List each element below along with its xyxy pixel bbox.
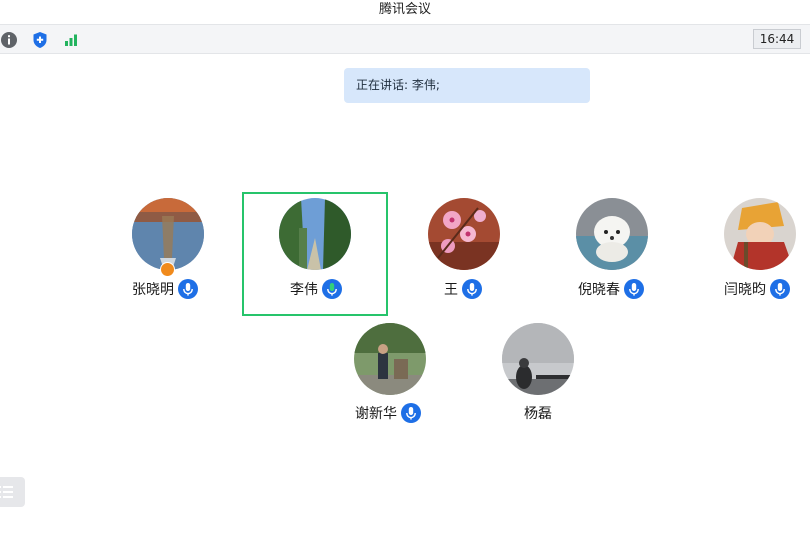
list-icon (0, 486, 13, 498)
meeting-toolbar: 16:44 (0, 24, 810, 54)
shield-icon[interactable] (30, 30, 50, 50)
participant-name: 张晓明 (132, 282, 174, 298)
avatar (279, 198, 351, 270)
avatar (502, 323, 574, 395)
participant-name-row: 王 (444, 278, 482, 300)
mic-icon[interactable] (770, 279, 790, 299)
participant-name-row: 李伟 (290, 278, 342, 300)
avatar (354, 323, 426, 395)
avatar (576, 198, 648, 270)
mic-icon[interactable] (624, 279, 644, 299)
participant-name: 谢新华 (355, 406, 397, 422)
participant-name: 杨磊 (524, 406, 552, 422)
participant-name-row: 谢新华 (355, 402, 421, 424)
participant-tile[interactable]: 张晓明 (95, 192, 241, 316)
participant-tile-active[interactable]: 李伟 (242, 192, 388, 316)
participant-tile[interactable]: 谢新华 (316, 318, 462, 442)
window-title: 腾讯会议 (0, 0, 810, 22)
participant-tile[interactable]: 王 (390, 192, 536, 316)
participant-name-row: 张晓明 (132, 278, 198, 300)
mic-icon[interactable] (462, 279, 482, 299)
host-badge-icon (160, 262, 175, 277)
participant-list-button[interactable] (0, 477, 25, 507)
participant-name: 闫晓昀 (724, 282, 766, 298)
avatar (724, 198, 796, 270)
participant-name-row: 倪晓春 (578, 278, 644, 300)
mic-icon[interactable] (401, 403, 421, 423)
participant-tile[interactable]: 倪晓春 (538, 192, 684, 316)
speaking-banner: 正在讲话: 李伟; (344, 68, 590, 103)
participant-name: 王 (444, 282, 458, 298)
avatar (428, 198, 500, 270)
mic-speaking-icon[interactable] (322, 279, 342, 299)
participant-name: 李伟 (290, 282, 318, 298)
participant-name-row: 杨磊 (524, 402, 552, 424)
signal-icon[interactable] (61, 30, 81, 50)
participant-tile[interactable]: 闫晓昀 (686, 192, 810, 316)
mic-icon[interactable] (178, 279, 198, 299)
participant-name: 倪晓春 (578, 282, 620, 298)
info-icon[interactable] (0, 30, 19, 50)
avatar (132, 198, 204, 270)
participant-name-row: 闫晓昀 (724, 278, 790, 300)
participant-tile[interactable]: 杨磊 (464, 318, 610, 442)
meeting-timer: 16:44 (753, 29, 801, 49)
